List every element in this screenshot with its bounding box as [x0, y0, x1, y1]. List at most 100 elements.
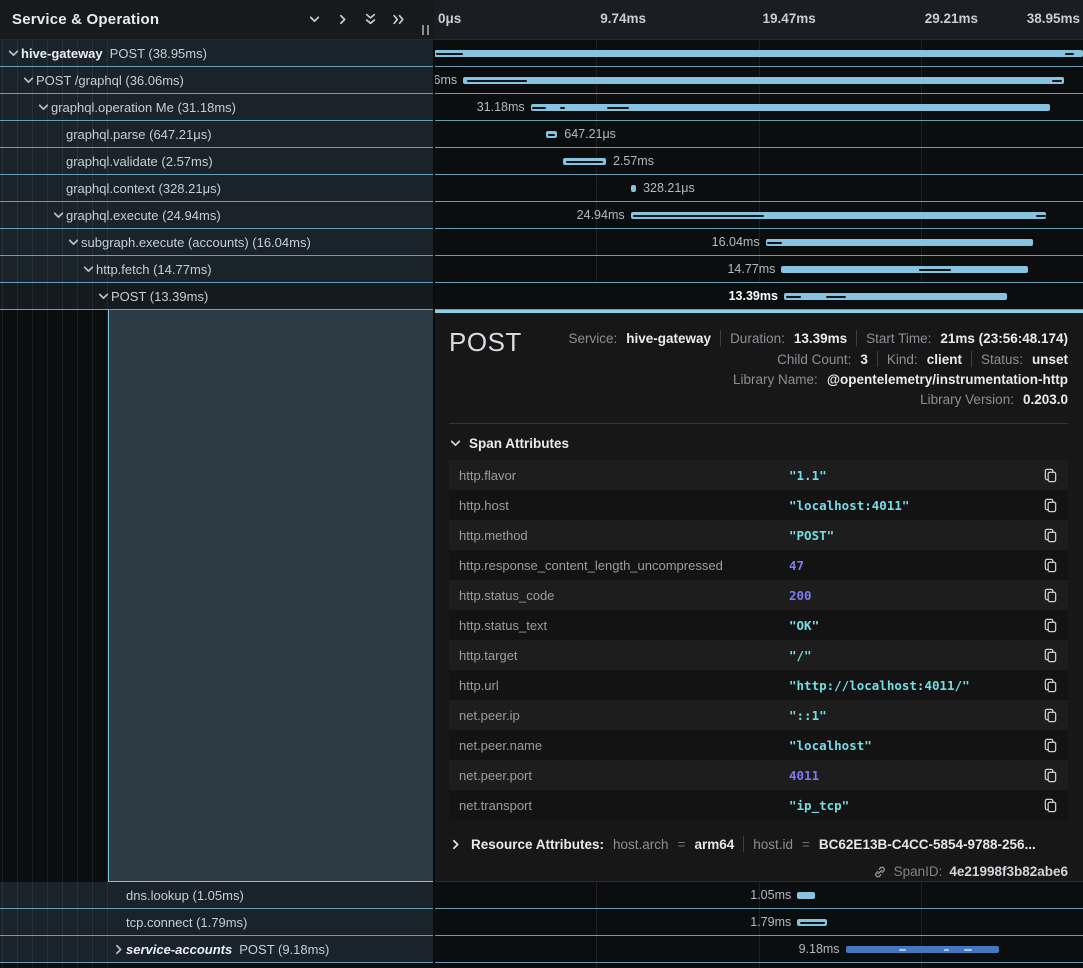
span-duration-bar[interactable] — [563, 158, 606, 165]
span-row[interactable]: graphql.parse (647.21μs)647.21μs — [0, 121, 1083, 148]
attribute-value: "ip_tcp" — [789, 798, 1043, 813]
span-row[interactable]: POST (13.39ms)13.39ms — [0, 283, 1083, 310]
timeline-axis: 0μs9.74ms19.47ms29.21ms38.95ms — [434, 0, 1083, 40]
span-duration-bar[interactable] — [781, 266, 1027, 273]
attribute-value: "::1" — [789, 708, 1043, 723]
span-timeline-cell — [434, 40, 1083, 66]
copy-icon[interactable] — [1043, 618, 1058, 633]
chevron-right-icon[interactable] — [336, 13, 349, 26]
span-duration-bar[interactable] — [631, 185, 636, 192]
copy-icon[interactable] — [1043, 498, 1058, 513]
copy-icon[interactable] — [1043, 738, 1058, 753]
meta-separator — [877, 351, 878, 367]
meta-separator — [971, 351, 972, 367]
panel-divider[interactable] — [433, 0, 435, 968]
copy-icon[interactable] — [1043, 768, 1058, 783]
resource-key: host.arch — [613, 837, 669, 852]
chevron-down-icon[interactable] — [80, 263, 96, 276]
span-duration-bar[interactable] — [463, 77, 1064, 84]
span-duration-bar[interactable] — [546, 131, 557, 138]
span-attributes-table: http.flavor"1.1"http.host"localhost:4011… — [449, 460, 1068, 820]
span-id-value: 4e21998f3b82abe6 — [949, 864, 1068, 879]
attribute-key: http.status_text — [459, 618, 789, 633]
span-row[interactable]: subgraph.execute (accounts) (16.04ms)16.… — [0, 229, 1083, 256]
link-icon[interactable] — [873, 865, 887, 879]
span-row[interactable]: dns.lookup (1.05ms) 1.05ms — [0, 882, 1083, 909]
resize-grip[interactable] — [422, 25, 429, 35]
span-row[interactable]: graphql.operation Me (31.18ms)31.18ms — [0, 94, 1083, 121]
copy-icon[interactable] — [1043, 588, 1058, 603]
span-duration-bar[interactable] — [631, 212, 1047, 219]
span-duration-label: 328.21μs — [643, 181, 695, 195]
span-duration-bar[interactable] — [846, 946, 999, 953]
span-timeline-cell: 14.77ms — [434, 256, 1083, 282]
double-chevron-down-icon[interactable] — [364, 13, 377, 26]
span-operation-name: POST (9.18ms) — [239, 942, 329, 957]
chevron-down-icon[interactable] — [65, 236, 81, 249]
attribute-row: http.flavor"1.1" — [449, 460, 1068, 490]
resource-attributes-row[interactable]: Resource Attributes: host.arch=arm64host… — [449, 836, 1068, 852]
span-timeline-cell: 328.21μs — [434, 175, 1083, 201]
span-row[interactable]: graphql.execute (24.94ms)24.94ms — [0, 202, 1083, 229]
span-service-name: hive-gateway — [21, 46, 103, 61]
copy-icon[interactable] — [1043, 648, 1058, 663]
span-row[interactable]: http.fetch (14.77ms)14.77ms — [0, 256, 1083, 283]
attribute-key: http.status_code — [459, 588, 789, 603]
span-operation-name: POST /graphql (36.06ms) — [36, 73, 184, 88]
copy-icon[interactable] — [1043, 678, 1058, 693]
span-duration-bar[interactable] — [766, 239, 1033, 246]
span-timeline-cell: 1.05ms — [434, 882, 1083, 908]
span-duration-label: 1.05ms — [750, 888, 791, 902]
span-timeline-cell: 36.06ms — [434, 67, 1083, 93]
meta-value: 13.39ms — [794, 331, 847, 346]
span-duration-bar[interactable] — [434, 50, 1083, 57]
span-row[interactable]: POST /graphql (36.06ms) 36.06ms — [0, 67, 1083, 94]
meta-label: Duration: — [730, 331, 785, 346]
attribute-key: http.method — [459, 528, 789, 543]
double-chevron-right-icon[interactable] — [392, 13, 406, 26]
copy-icon[interactable] — [1043, 798, 1058, 813]
chevron-down-icon[interactable] — [5, 47, 21, 60]
span-row[interactable]: graphql.context (328.21μs) 328.21μs — [0, 175, 1083, 202]
attribute-value: "localhost" — [789, 738, 1043, 753]
span-detail-card: POST Service:hive-gatewayDuration:13.39m… — [434, 310, 1083, 882]
span-duration-label: 9.18ms — [799, 942, 840, 956]
resource-value: arm64 — [694, 837, 734, 852]
span-duration-bar[interactable] — [531, 104, 1051, 111]
span-row[interactable]: service-accountsPOST (9.18ms)9.18ms — [0, 936, 1083, 963]
resource-value: BC62E13B-C4CC-5854-9788-256... — [819, 837, 1036, 852]
span-rows: hive-gatewayPOST (38.95ms)POST /graphql … — [0, 40, 1083, 963]
attribute-row: net.peer.ip"::1" — [449, 700, 1068, 730]
detail-meta: Service:hive-gatewayDuration:13.39msStar… — [522, 325, 1068, 407]
meta-label: Library Version: — [920, 392, 1014, 407]
chevron-down-icon[interactable] — [308, 13, 321, 26]
chevron-down-icon[interactable] — [50, 209, 66, 222]
span-duration-bar[interactable] — [784, 293, 1007, 300]
span-attributes-header[interactable]: Span Attributes — [449, 436, 1068, 451]
chevron-down-icon[interactable] — [95, 290, 111, 303]
span-row[interactable]: tcp.connect (1.79ms)1.79ms — [0, 909, 1083, 936]
detail-span-block — [108, 310, 434, 882]
span-tree-cell: hive-gatewayPOST (38.95ms) — [0, 40, 434, 66]
chevron-down-icon[interactable] — [20, 74, 36, 87]
axis-tick: 19.47ms — [763, 11, 816, 26]
span-row[interactable]: hive-gatewayPOST (38.95ms) — [0, 40, 1083, 67]
copy-icon[interactable] — [1043, 558, 1058, 573]
span-duration-bar[interactable] — [797, 892, 814, 899]
attribute-row: http.host"localhost:4011" — [449, 490, 1068, 520]
attribute-value: "OK" — [789, 618, 1043, 633]
chevron-right-icon[interactable] — [110, 943, 126, 956]
span-operation-name: dns.lookup (1.05ms) — [126, 888, 244, 903]
copy-icon[interactable] — [1043, 528, 1058, 543]
chevron-down-icon[interactable] — [35, 101, 51, 114]
span-duration-label: 13.39ms — [729, 289, 778, 303]
copy-icon[interactable] — [1043, 708, 1058, 723]
chevron-right-icon — [449, 838, 462, 851]
span-duration-bar[interactable] — [797, 919, 827, 926]
span-operation-name: graphql.context (328.21μs) — [66, 181, 221, 196]
attribute-row: http.target"/" — [449, 640, 1068, 670]
copy-icon[interactable] — [1043, 468, 1058, 483]
tree-header-title: Service & Operation — [12, 11, 308, 28]
span-operation-name: subgraph.execute (accounts) (16.04ms) — [81, 235, 311, 250]
span-row[interactable]: graphql.validate (2.57ms)2.57ms — [0, 148, 1083, 175]
